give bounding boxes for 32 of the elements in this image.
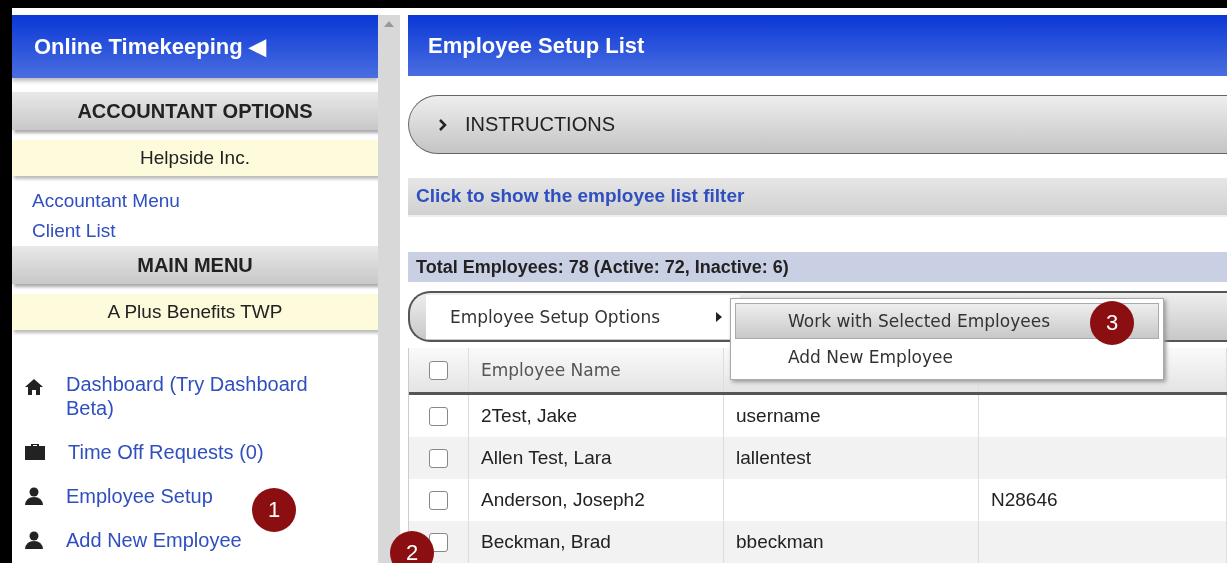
scrollbar[interactable] xyxy=(378,15,400,563)
nav-link[interactable]: Add New Employee xyxy=(66,528,242,552)
person-icon xyxy=(24,531,44,549)
checkbox[interactable] xyxy=(429,448,448,468)
column-header[interactable]: Employee Name xyxy=(469,348,724,392)
sidebar-link[interactable]: Client List xyxy=(12,216,378,246)
section-heading: MAIN MENU xyxy=(12,246,378,284)
table-cell: bbeckman xyxy=(724,521,979,563)
house-icon xyxy=(24,378,44,396)
page-title: Employee Setup List xyxy=(408,15,1227,77)
scroll-up-icon[interactable] xyxy=(384,21,394,27)
checkbox[interactable] xyxy=(429,490,448,510)
sidebar-link[interactable]: Accountant Menu xyxy=(12,186,378,216)
table-cell: Beckman, Brad xyxy=(469,521,724,563)
options-menu-button[interactable]: Employee Setup Options xyxy=(426,294,740,339)
company-name: A Plus Benefits TWP xyxy=(12,294,378,330)
checkbox[interactable] xyxy=(429,406,448,426)
sidebar-title[interactable]: Online Timekeeping ◀ xyxy=(12,15,378,78)
company-name: Helpside Inc. xyxy=(12,140,378,176)
section-heading: ACCOUNTANT OPTIONS xyxy=(12,92,378,130)
employee-total: Total Employees: 78 (Active: 72, Inactive: 6) xyxy=(408,252,1227,283)
checkbox[interactable] xyxy=(429,532,448,552)
submenu-arrow-icon xyxy=(716,311,722,322)
briefcase-icon xyxy=(24,443,46,461)
nav-link[interactable]: Employee Setup xyxy=(66,484,213,508)
nav-link[interactable]: Dashboard (Try Dashboard Beta) xyxy=(66,372,356,420)
instructions-toggle[interactable]: INSTRUCTIONS xyxy=(408,95,1227,154)
nav-link[interactable]: Time Off Requests (0) xyxy=(68,440,264,464)
chevron-icon xyxy=(439,118,447,131)
person-icon xyxy=(24,487,44,505)
filter-link[interactable]: Click to show the employee list filter xyxy=(416,185,745,208)
checkbox[interactable] xyxy=(429,360,448,380)
